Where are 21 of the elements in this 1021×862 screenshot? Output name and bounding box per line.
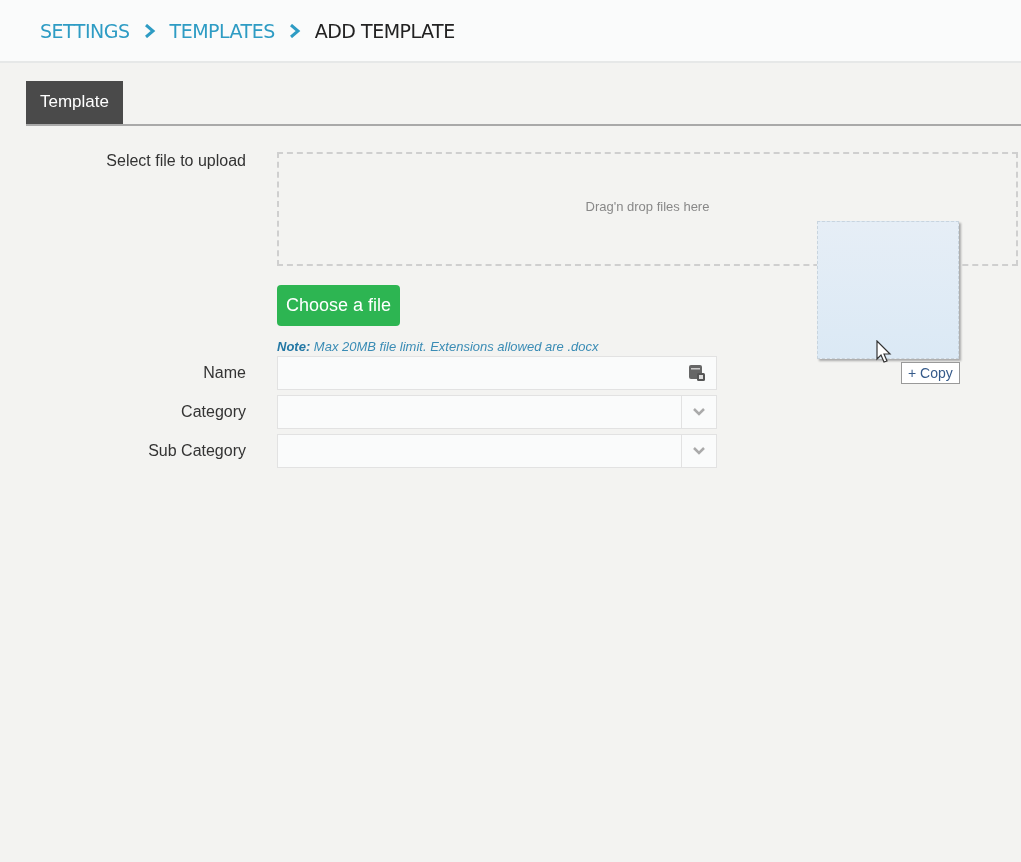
field-label: Category <box>181 403 246 421</box>
choose-file-button[interactable]: Choose a file <box>277 285 401 326</box>
drop-hint: Drag'n drop files here <box>585 198 710 214</box>
field-label: Name <box>203 364 246 382</box>
field-label: Select file to upload <box>106 152 246 171</box>
chevron-right-icon <box>288 23 301 38</box>
tab[interactable]: Template <box>26 81 123 124</box>
field-label: Sub Category <box>148 442 246 460</box>
note-text: Note: Max 20MB file limit. Extensions allowed are .docx <box>277 339 599 354</box>
select-field[interactable] <box>277 434 717 468</box>
chevron-right-icon <box>143 23 156 38</box>
copy-label: + Copy <box>901 362 960 384</box>
chevron-down-icon <box>693 408 705 416</box>
page-title: ADD TEMPLATE <box>314 19 455 42</box>
chevron-down-icon <box>693 447 705 455</box>
cursor-icon <box>876 340 892 364</box>
breadcrumb-link[interactable]: SETTINGS <box>40 19 130 42</box>
select-field[interactable] <box>277 395 717 429</box>
calculator-icon <box>688 364 706 382</box>
breadcrumb-link[interactable]: TEMPLATES <box>169 19 275 42</box>
input-field[interactable] <box>277 356 717 390</box>
